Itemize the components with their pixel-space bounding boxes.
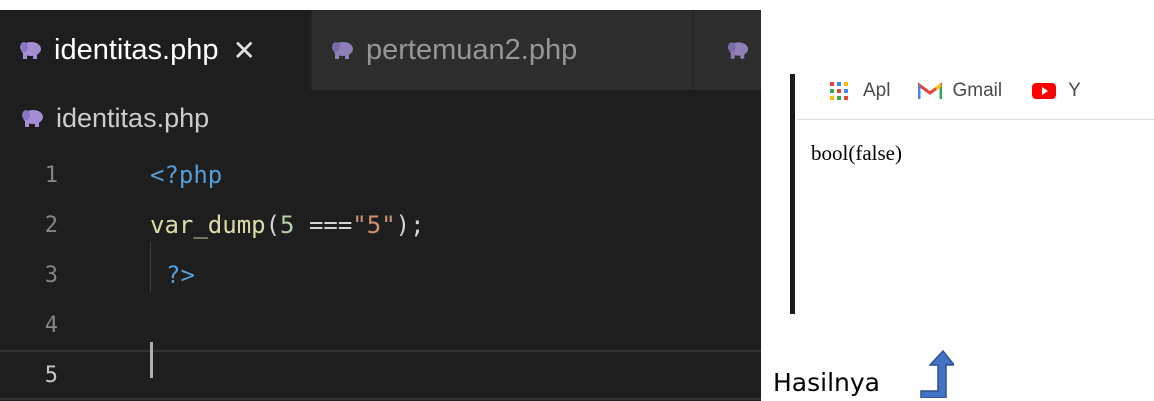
tab-label: identitas.php — [54, 33, 219, 66]
php-elephant-icon — [20, 42, 41, 59]
code-text: var_dump(5 ==="5"); — [150, 211, 425, 239]
line-number: 5 — [44, 362, 58, 388]
code-area[interactable]: 1 <?php 2 var_dump(5 ==="5"); 3 ?> 4 5 — [0, 150, 761, 400]
bookmarks-divider — [797, 119, 1154, 120]
browser-window-edge — [790, 74, 795, 314]
bookmark-youtube[interactable]: Y — [1032, 80, 1081, 102]
youtube-icon — [1032, 83, 1057, 99]
code-line[interactable]: 4 — [0, 300, 761, 350]
indent-guide — [150, 242, 151, 292]
php-output: bool(false) — [811, 141, 902, 165]
gmail-icon — [918, 82, 943, 99]
apps-grid-icon — [830, 82, 848, 100]
code-line[interactable]: 3 ?> — [0, 250, 761, 300]
code-line[interactable]: 2 var_dump(5 ==="5"); — [0, 200, 761, 250]
code-line-current[interactable]: 5 — [0, 350, 761, 400]
breadcrumb[interactable]: identitas.php — [0, 96, 761, 140]
bookmarks-bar: Apl Gmail Y — [797, 62, 1154, 120]
tab-overflow[interactable] — [694, 10, 761, 90]
bookmark-label: Gmail — [952, 80, 1003, 101]
tab-label: pertemuan2.php — [366, 33, 578, 66]
line-number: 1 — [44, 162, 58, 188]
bookmark-label: Apl — [863, 80, 891, 101]
breadcrumb-label: identitas.php — [56, 102, 210, 133]
bookmark-label: Y — [1068, 80, 1081, 101]
text-cursor — [150, 342, 153, 378]
code-line[interactable]: 1 <?php — [0, 150, 761, 200]
line-number: 3 — [44, 262, 58, 288]
close-tab-icon[interactable]: ✕ — [232, 34, 255, 67]
tab-identitas[interactable]: identitas.php ✕ — [0, 10, 310, 90]
number-literal: 5 — [280, 211, 295, 239]
bookmark-apps[interactable]: Apl — [829, 80, 890, 102]
operator: === — [294, 211, 353, 239]
code-editor: identitas.php ✕ pertemuan2.php identitas… — [0, 10, 761, 401]
paren-close: ); — [395, 211, 425, 239]
code-text: ?> — [166, 261, 195, 289]
php-elephant-icon — [727, 42, 749, 59]
code-text: <?php — [150, 161, 222, 189]
bookmark-gmail[interactable]: Gmail — [918, 80, 1002, 102]
editor-tab-bar: identitas.php ✕ pertemuan2.php — [0, 10, 761, 90]
line-number: 2 — [44, 212, 58, 238]
php-open-tag: <?php — [150, 161, 223, 189]
php-close-tag: ?> — [166, 261, 195, 289]
php-elephant-icon — [332, 42, 353, 59]
string-literal: "5" — [352, 211, 396, 239]
line-number: 4 — [44, 312, 58, 338]
tab-pertemuan2[interactable]: pertemuan2.php — [312, 10, 692, 90]
paren-open: ( — [265, 211, 281, 239]
php-elephant-icon — [22, 110, 43, 127]
caption-label: Hasilnya — [773, 368, 880, 397]
function-name: var_dump — [150, 211, 266, 239]
arrow-up-icon — [920, 349, 954, 398]
